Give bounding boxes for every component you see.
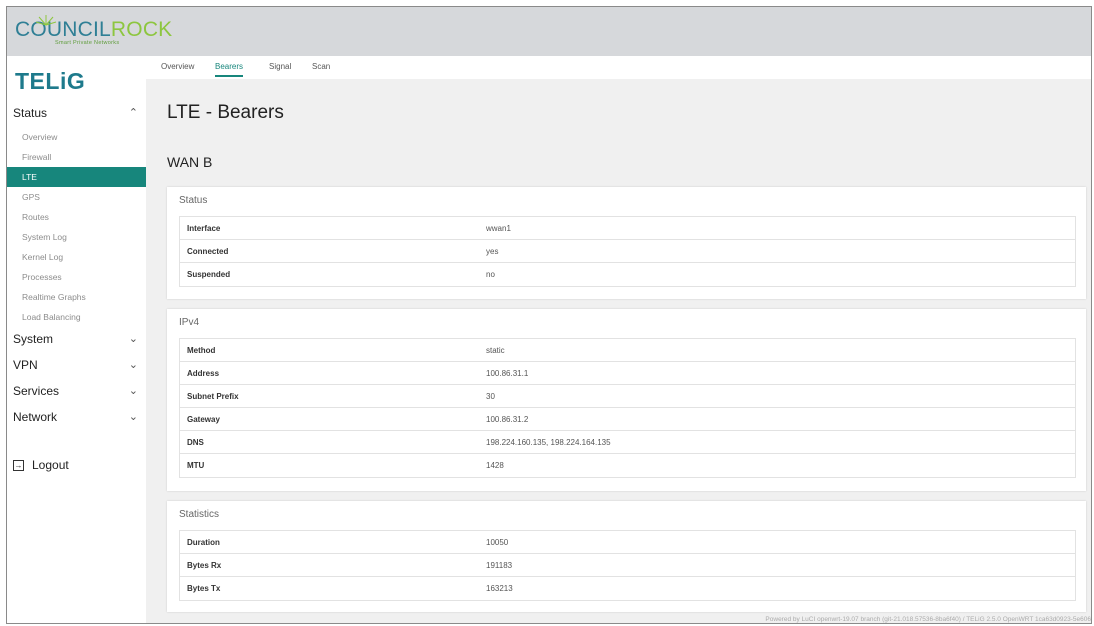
logout-icon: → xyxy=(13,459,24,471)
row-key: MTU xyxy=(187,461,205,470)
section-title: WAN B xyxy=(167,154,213,170)
row-value: 1428 xyxy=(486,461,504,470)
table-row: MTU 1428 xyxy=(180,454,1075,477)
row-key: Bytes Tx xyxy=(187,584,221,593)
chevron-down-icon: ⌄ xyxy=(128,411,138,423)
row-key: Interface xyxy=(187,224,221,233)
sidebar-section-label: System xyxy=(13,332,54,346)
sidebar-section-label: Network xyxy=(13,410,58,424)
sidebar-item-gps[interactable]: GPS xyxy=(7,187,146,207)
chevron-down-icon: ⌄ xyxy=(128,385,138,397)
row-value: static xyxy=(486,346,505,355)
logo-part-1: COUNCIL xyxy=(15,18,111,41)
chevron-down-icon: ⌄ xyxy=(128,359,138,371)
logo-part-2: ROCK xyxy=(110,18,173,41)
sidebar: TELiG Status ⌃ Overview Firewall LTE GPS… xyxy=(7,56,146,623)
table-row: Subnet Prefix 30 xyxy=(180,385,1075,408)
sidebar-section-system[interactable]: System ⌄ xyxy=(7,328,146,350)
sidebar-item-processes[interactable]: Processes xyxy=(7,267,146,287)
statistics-table: Duration 10050 Bytes Rx 191183 Bytes Tx … xyxy=(179,530,1076,601)
sidebar-section-status[interactable]: Status ⌃ xyxy=(7,102,146,124)
sun-rays-icon xyxy=(35,15,57,26)
telig-brand[interactable]: TELiG xyxy=(15,68,85,95)
chevron-down-icon: ⌄ xyxy=(128,333,138,345)
table-row: Bytes Tx 163213 xyxy=(180,577,1075,600)
row-value: 191183 xyxy=(486,561,513,570)
status-table: Interface wwan1 Connected yes Suspended … xyxy=(179,216,1076,287)
row-key: Connected xyxy=(187,247,229,256)
page-title: LTE - Bearers xyxy=(167,102,284,123)
row-key: Address xyxy=(187,369,220,378)
tab-bearers[interactable]: Bearers xyxy=(215,61,244,77)
chevron-up-icon: ⌃ xyxy=(128,107,138,119)
row-key: Bytes Rx xyxy=(187,561,222,570)
card-title: Status xyxy=(179,195,208,206)
tab-overview[interactable]: Overview xyxy=(161,61,194,77)
row-value: 198.224.160.135, 198.224.164.135 xyxy=(486,438,611,447)
row-value: no xyxy=(486,270,495,279)
status-card: Status Interface wwan1 Connected yes Sus… xyxy=(167,187,1086,299)
browser-frame: COUNCILROCK Smart Private Networks TELiG… xyxy=(6,6,1092,624)
table-row: Suspended no xyxy=(180,263,1075,286)
main-content: Overview Bearers Signal Scan LTE - Beare… xyxy=(146,56,1091,623)
row-value: 100.86.31.1 xyxy=(486,369,529,378)
row-value: yes xyxy=(486,247,499,256)
table-row: Method static xyxy=(180,339,1075,362)
table-row: DNS 198.224.160.135, 198.224.164.135 xyxy=(180,431,1075,454)
sidebar-section-network[interactable]: Network ⌄ xyxy=(7,406,146,428)
row-key: DNS xyxy=(187,438,204,447)
ipv4-table: Method static Address 100.86.31.1 Subnet… xyxy=(179,338,1076,478)
tab-scan[interactable]: Scan xyxy=(312,61,330,77)
row-value: 163213 xyxy=(486,584,513,593)
row-key: Suspended xyxy=(187,270,231,279)
card-title: IPv4 xyxy=(179,317,200,328)
sidebar-item-load-balancing[interactable]: Load Balancing xyxy=(7,307,146,327)
sidebar-item-firewall[interactable]: Firewall xyxy=(7,147,146,167)
sidebar-item-system-log[interactable]: System Log xyxy=(7,227,146,247)
logout-label: Logout xyxy=(32,458,69,472)
footer-text: Powered by LuCI openwrt-19.07 branch (gi… xyxy=(765,616,1091,623)
sidebar-section-services[interactable]: Services ⌄ xyxy=(7,380,146,402)
sidebar-item-routes[interactable]: Routes xyxy=(7,207,146,227)
sidebar-item-overview[interactable]: Overview xyxy=(7,127,146,147)
sidebar-item-realtime-graphs[interactable]: Realtime Graphs xyxy=(7,287,146,307)
row-key: Subnet Prefix xyxy=(187,392,239,401)
ipv4-card: IPv4 Method static Address 100.86.31.1 S… xyxy=(167,309,1086,491)
card-title: Statistics xyxy=(179,509,220,520)
row-key: Duration xyxy=(187,538,220,547)
tab-bar: Overview Bearers Signal Scan xyxy=(146,56,1091,79)
row-key: Method xyxy=(187,346,216,355)
row-key: Gateway xyxy=(187,415,220,424)
tab-signal[interactable]: Signal xyxy=(269,61,291,77)
table-row: Gateway 100.86.31.2 xyxy=(180,408,1075,431)
sidebar-section-label: Services xyxy=(13,384,60,398)
sidebar-section-label: Status xyxy=(13,106,48,120)
table-row: Bytes Rx 191183 xyxy=(180,554,1075,577)
sidebar-item-lte[interactable]: LTE xyxy=(7,167,146,187)
sidebar-item-kernel-log[interactable]: Kernel Log xyxy=(7,247,146,267)
table-row: Duration 10050 xyxy=(180,531,1075,554)
statistics-card: Statistics Duration 10050 Bytes Rx 19118… xyxy=(167,501,1086,612)
top-header: COUNCILROCK Smart Private Networks xyxy=(7,7,1091,56)
table-row: Address 100.86.31.1 xyxy=(180,362,1075,385)
sidebar-section-vpn[interactable]: VPN ⌄ xyxy=(7,354,146,376)
sidebar-section-label: VPN xyxy=(13,358,38,372)
row-value: 100.86.31.2 xyxy=(486,415,529,424)
table-row: Connected yes xyxy=(180,240,1075,263)
table-row: Interface wwan1 xyxy=(180,217,1075,240)
logout-button[interactable]: → Logout xyxy=(13,458,69,472)
councilrock-logo[interactable]: COUNCILROCK Smart Private Networks xyxy=(15,15,173,46)
row-value: 10050 xyxy=(486,538,509,547)
row-value: wwan1 xyxy=(486,224,511,233)
row-value: 30 xyxy=(486,392,495,401)
